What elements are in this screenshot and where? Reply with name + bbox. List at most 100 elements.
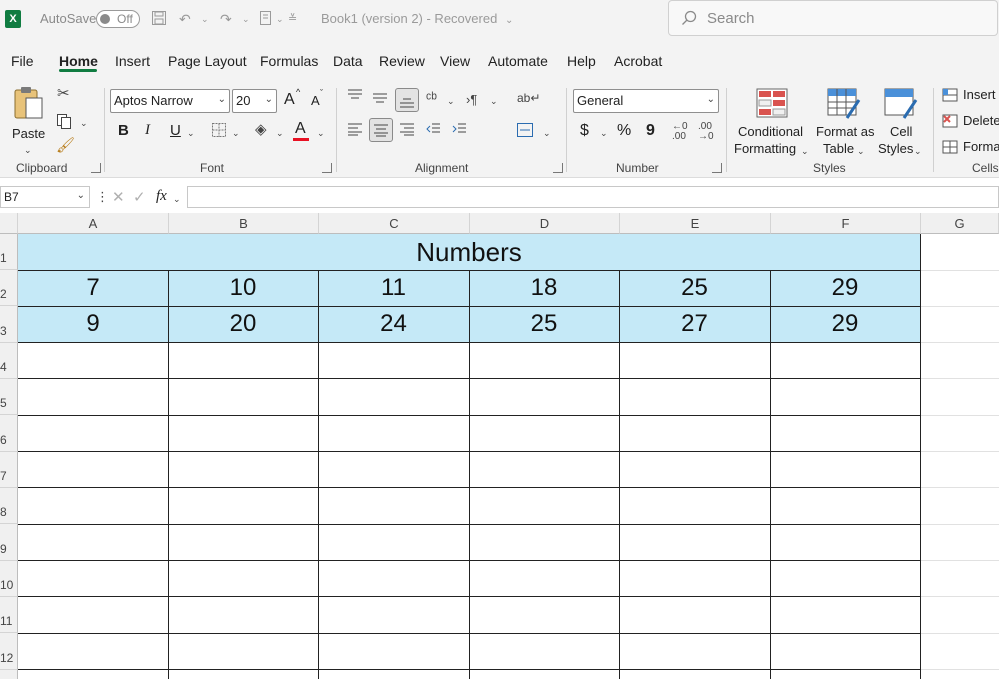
alignment-launcher-icon[interactable] (553, 163, 563, 173)
insert-function-button[interactable]: fx (156, 188, 167, 205)
underline-button[interactable]: U (170, 122, 181, 139)
row-header-3[interactable]: 3 (0, 306, 18, 343)
text-direction-icon[interactable]: ›¶ (466, 92, 477, 108)
underline-dropdown-icon[interactable]: ⌄ (187, 125, 195, 141)
row-header-4[interactable]: 4 (0, 343, 18, 379)
autosave-toggle[interactable]: Off (96, 10, 140, 28)
font-size-select[interactable]: 20 ⌄ (232, 89, 277, 113)
row-header-11[interactable]: 11 (0, 597, 18, 633)
increase-decimal-icon[interactable]: ←0.00 (672, 122, 688, 142)
column-header-c[interactable]: C (319, 213, 470, 234)
bold-button[interactable]: B (118, 122, 129, 139)
row-header-1[interactable]: 1 (0, 234, 18, 270)
tab-page-layout[interactable]: Page Layout (168, 53, 247, 69)
cell-b2[interactable]: 10 (168, 270, 318, 306)
redo-dropdown-icon[interactable]: ⌄ (242, 10, 250, 28)
tab-automate[interactable]: Automate (488, 53, 548, 69)
print-preview-icon[interactable] (258, 10, 274, 30)
worksheet-grid[interactable]: Numbers 7 10 11 18 25 29 9 20 24 25 27 2… (18, 234, 999, 679)
row-header-5[interactable]: 5 (0, 379, 18, 415)
row-header-9[interactable]: 9 (0, 524, 18, 561)
text-direction-dropdown-icon[interactable]: ⌄ (490, 93, 498, 109)
currency-dropdown-icon[interactable]: ⌄ (600, 125, 608, 141)
column-header-b[interactable]: B (169, 213, 319, 234)
cell-e2[interactable]: 25 (619, 270, 770, 306)
row-header-7[interactable]: 7 (0, 452, 18, 488)
tab-acrobat[interactable]: Acrobat (614, 53, 662, 69)
wrap-text-icon[interactable]: ab↵ (517, 90, 540, 106)
cell-d2[interactable]: 18 (469, 270, 619, 306)
number-launcher-icon[interactable] (712, 163, 722, 173)
row-header-10[interactable]: 10 (0, 561, 18, 597)
more-options-icon[interactable]: ⋮ (96, 189, 109, 205)
align-left-icon[interactable] (347, 122, 363, 140)
title-cell[interactable]: Numbers (18, 234, 920, 270)
align-bottom-button[interactable] (395, 88, 419, 112)
cell-c3[interactable]: 24 (318, 306, 469, 342)
borders-dropdown-icon[interactable]: ⌄ (232, 125, 240, 141)
cut-icon[interactable]: ✂ (57, 86, 70, 102)
align-center-button[interactable] (369, 118, 393, 142)
insert-cells-button[interactable]: Insert (942, 86, 999, 106)
row-header-12[interactable]: 12 (0, 633, 18, 670)
name-box[interactable]: B7 ⌄ (0, 186, 90, 208)
cell-c2[interactable]: 11 (318, 270, 469, 306)
decrease-decimal-icon[interactable]: .00 →0 (698, 122, 714, 142)
comma-style-button[interactable]: 9 (646, 122, 655, 140)
redo-icon[interactable]: ↷ (220, 10, 232, 28)
preview-dropdown-icon[interactable]: ⌄ (276, 10, 284, 28)
column-header-a[interactable]: A (18, 213, 169, 234)
increase-font-size-button[interactable]: A (284, 91, 295, 109)
merge-center-icon[interactable] (516, 122, 534, 142)
cell-f3[interactable]: 29 (770, 306, 920, 342)
conditional-formatting-button[interactable]: Conditional Formatting ⌄ (733, 86, 809, 158)
merge-dropdown-icon[interactable]: ⌄ (543, 125, 551, 141)
font-name-select[interactable]: Aptos Narrow ⌄ (110, 89, 230, 113)
tab-home[interactable]: Home (59, 53, 98, 69)
increase-indent-icon[interactable] (451, 122, 467, 140)
formula-input[interactable] (187, 186, 999, 208)
font-color-button[interactable]: A (295, 120, 306, 138)
cell-f2[interactable]: 29 (770, 270, 920, 306)
column-header-f[interactable]: F (771, 213, 921, 234)
undo-icon[interactable]: ↶ (179, 10, 191, 28)
save-icon[interactable] (151, 10, 167, 30)
column-header-g[interactable]: G (921, 213, 999, 234)
fill-color-dropdown-icon[interactable]: ⌄ (276, 125, 284, 141)
delete-cells-button[interactable]: Delete (942, 112, 999, 132)
number-format-select[interactable]: General ⌄ (573, 89, 719, 113)
fill-color-icon[interactable]: ◈ (255, 122, 267, 138)
copy-icon[interactable] (55, 112, 73, 134)
percent-button[interactable]: % (617, 122, 631, 140)
customize-toolbar-icon[interactable]: ≚ (288, 10, 297, 28)
column-header-e[interactable]: E (620, 213, 771, 234)
select-all-corner[interactable] (0, 213, 18, 234)
tab-help[interactable]: Help (567, 53, 596, 69)
align-right-icon[interactable] (399, 122, 415, 140)
borders-icon[interactable] (211, 122, 227, 142)
row-header-2[interactable]: 2 (0, 270, 18, 306)
cell-a2[interactable]: 7 (18, 270, 168, 306)
row-header-6[interactable]: 6 (0, 415, 18, 452)
tab-view[interactable]: View (440, 53, 470, 69)
orientation-dropdown-icon[interactable]: ⌄ (447, 93, 455, 109)
document-title[interactable]: Book1 (version 2) - Recovered (321, 11, 497, 26)
column-header-d[interactable]: D (470, 213, 620, 234)
clipboard-launcher-icon[interactable] (91, 163, 101, 173)
enter-icon[interactable]: ✓ (133, 190, 146, 206)
format-as-table-button[interactable]: Format as Table ⌄ (813, 86, 875, 158)
function-dropdown-icon[interactable]: ⌄ (173, 191, 181, 207)
cell-e3[interactable]: 27 (619, 306, 770, 342)
format-cells-button[interactable]: Format (942, 138, 999, 158)
cell-styles-button[interactable]: Cell Styles ⌄ (876, 86, 924, 158)
currency-button[interactable]: $ (580, 122, 589, 140)
title-dropdown-icon[interactable]: ⌄ (505, 12, 513, 30)
tab-insert[interactable]: Insert (115, 53, 150, 69)
row-header-8[interactable]: 8 (0, 488, 18, 524)
cell-d3[interactable]: 25 (469, 306, 619, 342)
tab-file[interactable]: File (11, 53, 34, 69)
tab-review[interactable]: Review (379, 53, 425, 69)
search-box[interactable]: Search (668, 0, 998, 36)
tab-data[interactable]: Data (333, 53, 363, 69)
paste-button[interactable]: Paste ⌄ (8, 86, 48, 155)
